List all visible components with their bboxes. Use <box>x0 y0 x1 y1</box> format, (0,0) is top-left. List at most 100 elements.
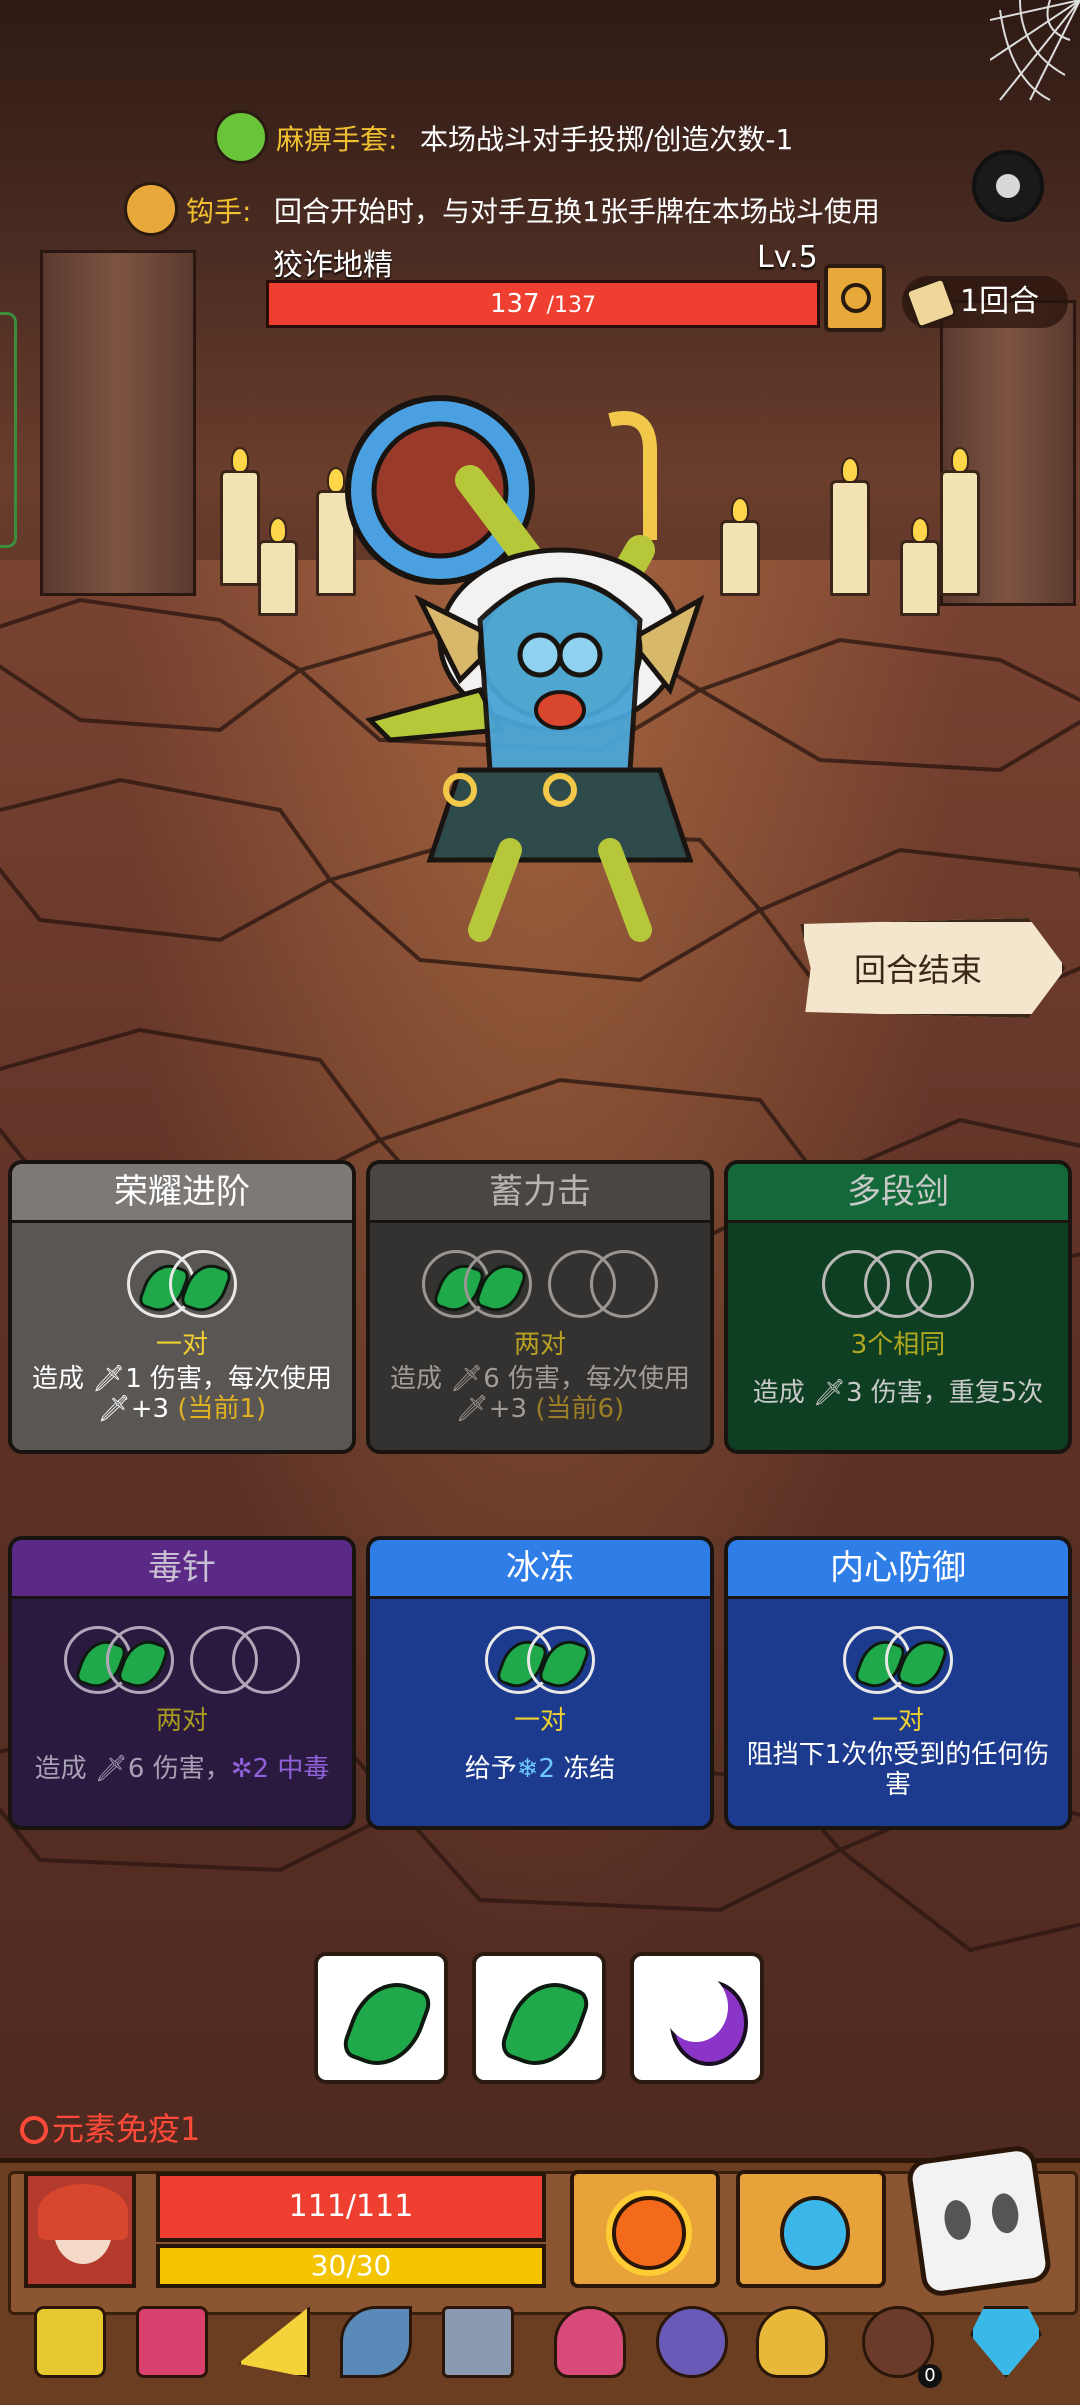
skill-card-glory-advance[interactable]: 荣耀进阶 一对 造成 🗡1 伤害，每次使用🗡+3 (当前1) <box>8 1160 356 1454</box>
card-title: 荣耀进阶 <box>12 1164 352 1223</box>
card-requirement: 一对 <box>155 1330 208 1360</box>
round-counter: 1回合 <box>902 276 1068 330</box>
slime-icon[interactable] <box>756 2306 828 2378</box>
hook-hand-icon <box>124 182 178 236</box>
relic-counter: 0 <box>918 2364 942 2388</box>
snowflake-icon: ❄ <box>516 1754 539 1784</box>
card-requirement: 3个相同 <box>850 1330 946 1360</box>
relic-bar <box>0 2306 1080 2400</box>
dice-slots <box>12 1626 352 1700</box>
status-effect-name: 麻痹手套: <box>276 123 398 156</box>
skill-card-inner-defense[interactable]: 内心防御 一对 阻挡下1次你受到的任何伤害 <box>724 1536 1072 1830</box>
mushroom-icon[interactable] <box>554 2306 626 2378</box>
orb-icon[interactable] <box>656 2306 728 2378</box>
card-highlight: 2 <box>538 1754 556 1784</box>
cheese-icon[interactable] <box>238 2306 310 2378</box>
card-requirement: 一对 <box>871 1706 924 1736</box>
poison-icon: ✲ <box>230 1754 253 1784</box>
skill-card-poison-needle[interactable]: 毒针 两对 造成 🗡6 伤害，✲2 中毒 <box>8 1536 356 1830</box>
dice-slot-empty[interactable] <box>906 1250 974 1318</box>
totem-icon[interactable] <box>136 2306 208 2378</box>
moon-icon <box>664 1972 748 2066</box>
card-title: 多段剑 <box>728 1164 1068 1223</box>
dice-slot-empty[interactable] <box>590 1250 658 1318</box>
enemy-hp-text: 137 /137 <box>269 283 817 327</box>
card-description-tail: 冻结 <box>555 1754 616 1784</box>
dice-slot-filled[interactable] <box>885 1626 953 1694</box>
status-effect-desc: 回合开始时，与对手互换1张手牌在本场战斗使用 <box>274 195 880 228</box>
card-title: 蓄力击 <box>370 1164 710 1223</box>
dice-slot-empty[interactable] <box>232 1626 300 1694</box>
dice-slot-filled[interactable] <box>106 1626 174 1694</box>
card-requirement: 一对 <box>513 1706 566 1736</box>
dice-slots <box>370 1626 710 1700</box>
skill-card-freeze[interactable]: 冰冻 一对 给予❄2 冻结 <box>366 1536 714 1830</box>
card-description: 造成 🗡6 伤害，每次使用🗡+3 (当前6) <box>380 1364 700 1424</box>
status-effect-row[interactable]: 钩手: 回合开始时，与对手互换1张手牌在本场战斗使用 <box>0 176 1080 238</box>
scroll-icon <box>904 276 958 330</box>
green-glove-icon <box>214 110 268 164</box>
enemy-hp-bar: 137 /137 <box>266 280 820 328</box>
pickaxe-icon[interactable] <box>340 2306 412 2378</box>
end-turn-button[interactable]: 回合结束 <box>800 918 1066 1018</box>
dice-slot-filled[interactable] <box>464 1250 532 1318</box>
card-description: 给予❄2 冻结 <box>380 1754 700 1784</box>
crown-icon[interactable] <box>34 2306 106 2378</box>
card-requirement: 两对 <box>513 1330 566 1360</box>
enemy-hp-max: 137 <box>554 293 597 318</box>
card-title: 冰冻 <box>370 1540 710 1599</box>
skill-card-charge-strike[interactable]: 蓄力击 两对 造成 🗡6 伤害，每次使用🗡+3 (当前6) <box>366 1160 714 1454</box>
settings-gear-icon[interactable] <box>972 150 1044 222</box>
dice-leaf[interactable] <box>314 1952 448 2084</box>
enemy-level: Lv.5 <box>757 240 818 275</box>
leaf-icon <box>497 1970 593 2078</box>
round-label: 1回合 <box>960 284 1040 319</box>
enemy-hp-current: 137 <box>489 289 540 319</box>
player-mana-bar: 30/30 <box>156 2244 546 2288</box>
card-highlight: (当前1) <box>177 1394 267 1424</box>
gem-icon[interactable] <box>970 2306 1042 2378</box>
card-description: 造成 🗡3 伤害，重复5次 <box>752 1378 1044 1408</box>
dice-slot-filled[interactable] <box>169 1250 237 1318</box>
candle <box>830 457 870 596</box>
card-description-text: 造成 🗡6 伤害， <box>34 1754 231 1784</box>
dice-slots <box>728 1626 1068 1700</box>
water-orb-ability-button[interactable] <box>736 2170 886 2288</box>
dice-slot-filled[interactable] <box>527 1626 595 1694</box>
candle <box>940 447 980 596</box>
fire-die-ability-button[interactable] <box>570 2170 720 2288</box>
immunity-label: 元素免疫1 <box>52 2110 201 2148</box>
leaf-icon <box>339 1970 435 2078</box>
status-effect-desc: 本场战斗对手投掷/创造次数-1 <box>420 123 794 156</box>
shield-icon <box>20 2116 48 2144</box>
card-description: 造成 🗡1 伤害，每次使用🗡+3 (当前1) <box>22 1364 342 1424</box>
side-drawer-tab[interactable] <box>0 312 17 548</box>
candle <box>258 517 298 616</box>
skill-card-multi-sword[interactable]: 多段剑 3个相同 造成 🗡3 伤害，重复5次 <box>724 1160 1072 1454</box>
player-avatar[interactable] <box>24 2172 136 2288</box>
enemy-info-button[interactable] <box>824 264 886 332</box>
card-highlight: (当前6) <box>535 1394 625 1424</box>
candle <box>900 517 940 616</box>
roll-dice-button[interactable] <box>905 2143 1053 2299</box>
element-immunity-status[interactable]: 元素免疫1 <box>20 2104 200 2150</box>
card-requirement: 两对 <box>155 1706 208 1736</box>
dice-moon[interactable] <box>630 1952 764 2084</box>
candle <box>220 447 260 586</box>
cube-icon[interactable] <box>442 2306 514 2378</box>
card-description: 阻挡下1次你受到的任何伤害 <box>746 1740 1050 1800</box>
stone-pillar-left <box>40 250 196 596</box>
end-turn-label: 回合结束 <box>853 951 982 989</box>
enemy-goblin-sprite[interactable] <box>330 390 750 950</box>
card-highlight: 2 中毒 <box>252 1754 330 1784</box>
card-description-text: 给予 <box>464 1754 517 1784</box>
card-title: 毒针 <box>12 1540 352 1599</box>
dice-leaf[interactable] <box>472 1952 606 2084</box>
enemy-hp-separator: / <box>539 293 555 318</box>
card-description: 造成 🗡6 伤害，✲2 中毒 <box>22 1754 342 1784</box>
status-effect-name: 钩手: <box>186 195 252 228</box>
dice-slots <box>728 1250 1068 1324</box>
card-title: 内心防御 <box>728 1540 1068 1599</box>
spider-web-icon <box>990 0 1080 101</box>
status-effect-row[interactable]: 麻痹手套: 本场战斗对手投掷/创造次数-1 <box>0 104 1080 166</box>
